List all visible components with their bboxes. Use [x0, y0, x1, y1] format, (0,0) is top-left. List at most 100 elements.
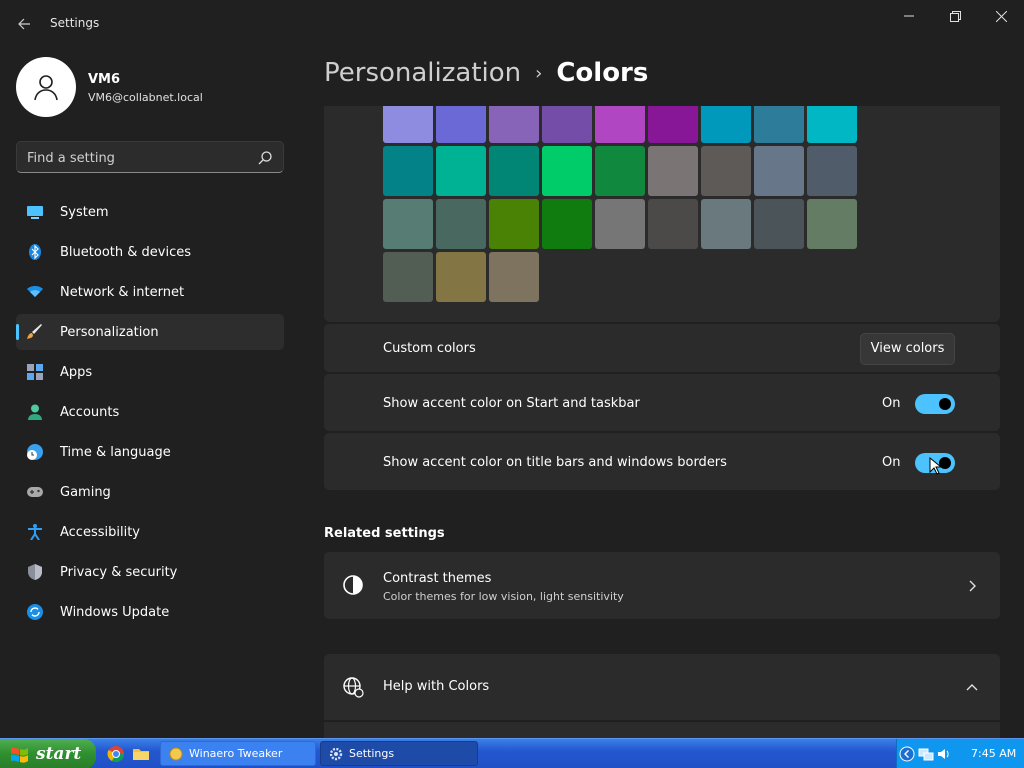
taskbar-item-label: Settings	[349, 747, 395, 760]
color-swatch[interactable]	[436, 199, 486, 249]
breadcrumb-parent[interactable]: Personalization	[324, 58, 521, 88]
color-swatch[interactable]	[595, 106, 645, 143]
sidebar-item-network[interactable]: Network & internet	[16, 274, 284, 310]
color-swatch[interactable]	[489, 199, 539, 249]
custom-colors-row: Custom colors View colors	[324, 324, 1000, 372]
contrast-themes-subtitle: Color themes for low vision, light sensi…	[383, 590, 624, 603]
sidebar-item-accessibility[interactable]: Accessibility	[16, 514, 284, 550]
chevron-right-icon: ›	[535, 62, 543, 84]
color-swatch[interactable]	[383, 146, 433, 196]
start-button[interactable]: start	[0, 739, 96, 768]
chevron-up-icon[interactable]	[964, 679, 980, 695]
custom-colors-label: Custom colors	[383, 341, 476, 356]
paintbrush-icon	[27, 324, 42, 339]
color-swatch[interactable]	[701, 106, 751, 143]
color-swatch[interactable]	[701, 146, 751, 196]
contrast-themes-row[interactable]: Contrast themes Color themes for low vis…	[324, 552, 1000, 619]
volume-icon[interactable]	[937, 747, 951, 761]
help-with-colors-title: Help with Colors	[383, 679, 490, 694]
search-box[interactable]	[16, 141, 284, 173]
sidebar-item-gaming[interactable]: Gaming	[16, 474, 284, 510]
color-swatch[interactable]	[436, 252, 486, 302]
accent-start-taskbar-toggle[interactable]	[915, 394, 955, 414]
windows-flag-icon	[11, 747, 28, 763]
sidebar-item-bluetooth[interactable]: Bluetooth & devices	[16, 234, 284, 270]
color-swatch[interactable]	[701, 199, 751, 249]
sidebar-item-system[interactable]: System	[16, 194, 284, 230]
color-swatch[interactable]	[754, 199, 804, 249]
color-swatch[interactable]	[489, 252, 539, 302]
color-swatch[interactable]	[542, 146, 592, 196]
taskbar-item-settings[interactable]: Settings	[320, 741, 478, 766]
accent-titlebars-label: Show accent color on title bars and wind…	[383, 455, 727, 470]
color-swatch[interactable]	[595, 199, 645, 249]
taskbar-item-winaero[interactable]: Winaero Tweaker	[160, 741, 316, 766]
color-swatch[interactable]	[807, 199, 857, 249]
sidebar-item-label: Bluetooth & devices	[60, 244, 191, 260]
color-swatch[interactable]	[436, 106, 486, 143]
search-icon[interactable]	[257, 150, 273, 166]
search-input[interactable]	[27, 148, 247, 168]
breadcrumb: Personalization › Colors	[324, 58, 648, 88]
color-swatch[interactable]	[489, 146, 539, 196]
view-colors-button[interactable]: View colors	[860, 333, 955, 365]
accent-color-palette	[324, 106, 1000, 322]
accent-titlebars-row: Show accent color on title bars and wind…	[324, 433, 1000, 490]
sidebar-item-privacy[interactable]: Privacy & security	[16, 554, 284, 590]
back-button[interactable]	[12, 12, 36, 36]
toggle-state-label: On	[882, 455, 901, 470]
sidebar-item-label: Gaming	[60, 484, 111, 500]
color-swatch[interactable]	[754, 106, 804, 143]
color-swatch[interactable]	[648, 146, 698, 196]
color-swatch[interactable]	[489, 106, 539, 143]
sidebar-item-time-language[interactable]: Time & language	[16, 434, 284, 470]
color-swatch[interactable]	[542, 106, 592, 143]
sidebar-item-label: Accessibility	[60, 524, 140, 540]
color-swatch[interactable]	[383, 199, 433, 249]
color-swatch[interactable]	[383, 252, 433, 302]
sidebar-nav: System Bluetooth & devices Network & int…	[16, 194, 284, 634]
accent-start-taskbar-row: Show accent color on Start and taskbar O…	[324, 374, 1000, 431]
title-bar: Settings	[0, 0, 1024, 44]
sidebar-item-personalization[interactable]: Personalization	[16, 314, 284, 350]
network-icon[interactable]	[918, 747, 934, 761]
sidebar-item-windows-update[interactable]: Windows Update	[16, 594, 284, 630]
avatar[interactable]	[16, 57, 76, 117]
minimize-icon	[904, 15, 914, 17]
color-swatch[interactable]	[807, 146, 857, 196]
help-with-colors-row[interactable]: Help with Colors	[324, 654, 1000, 720]
chevron-left-icon[interactable]	[899, 746, 915, 762]
restore-icon	[949, 10, 961, 22]
toggle-state-label: On	[882, 396, 901, 411]
minimize-button[interactable]	[886, 0, 932, 32]
sidebar-item-label: Time & language	[60, 444, 171, 460]
contrast-themes-title: Contrast themes	[383, 571, 492, 586]
close-button[interactable]	[978, 0, 1024, 32]
restore-button[interactable]	[932, 0, 978, 32]
color-swatch[interactable]	[595, 146, 645, 196]
person-icon	[28, 404, 42, 420]
color-swatch[interactable]	[648, 106, 698, 143]
color-swatch[interactable]	[754, 146, 804, 196]
chevron-right-icon	[969, 580, 976, 592]
color-swatch[interactable]	[436, 146, 486, 196]
system-tray: 7:45 AM	[896, 739, 1024, 768]
sidebar-item-label: System	[60, 204, 109, 220]
color-swatch[interactable]	[648, 199, 698, 249]
close-icon	[995, 10, 1007, 22]
color-swatch[interactable]	[807, 106, 857, 143]
help-section-content	[324, 721, 1000, 738]
start-label: start	[36, 744, 82, 764]
folder-icon[interactable]	[132, 745, 150, 763]
color-swatch[interactable]	[383, 106, 433, 143]
sidebar-item-apps[interactable]: Apps	[16, 354, 284, 390]
color-swatch[interactable]	[542, 199, 592, 249]
user-name: VM6	[88, 72, 121, 87]
chrome-icon[interactable]	[107, 745, 125, 763]
gear-icon	[329, 747, 343, 760]
sidebar-item-accounts[interactable]: Accounts	[16, 394, 284, 430]
bluetooth-icon	[29, 244, 41, 260]
contrast-icon	[343, 575, 363, 595]
gamepad-icon	[27, 487, 43, 497]
clock-time[interactable]: 7:45 AM	[971, 747, 1016, 760]
